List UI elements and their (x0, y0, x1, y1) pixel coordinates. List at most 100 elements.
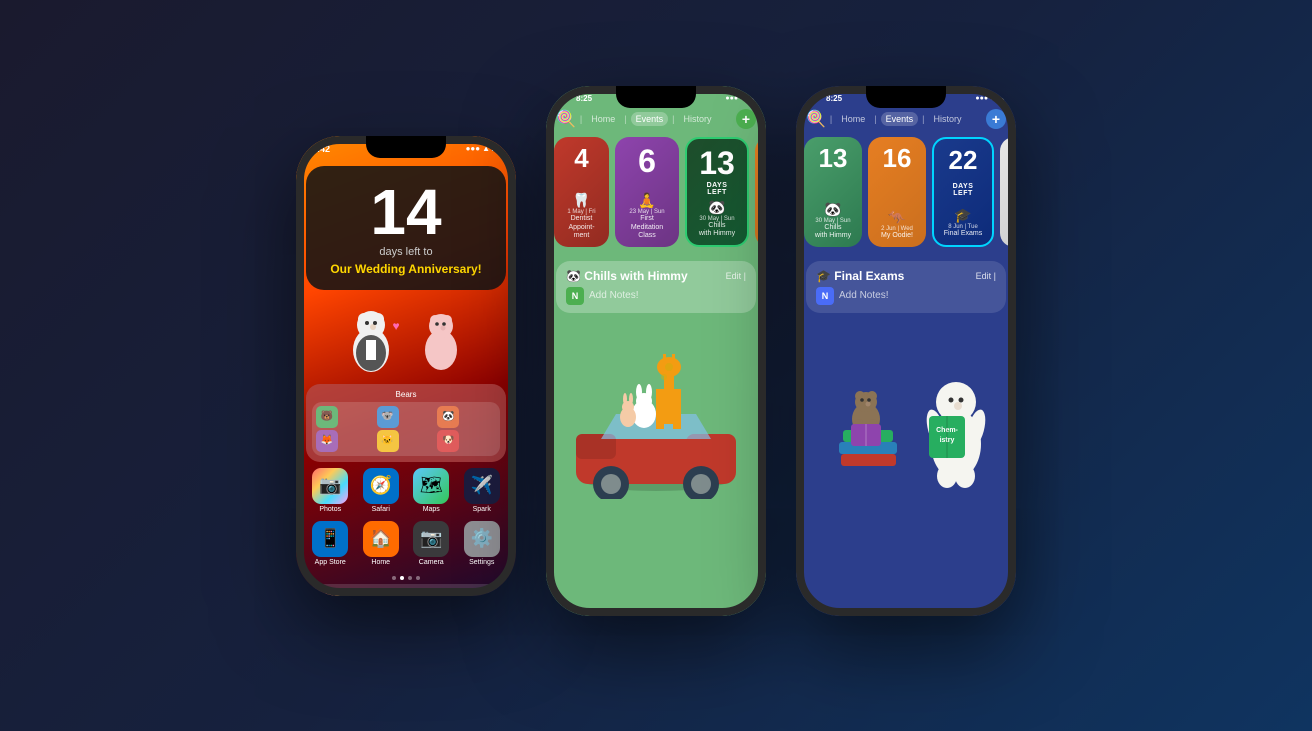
phone2-tab-events[interactable]: Events (631, 112, 669, 126)
phone3-tab-home[interactable]: Home (836, 112, 870, 126)
phone3-plus-button[interactable]: + (986, 109, 1006, 129)
phone1-battery-icon: ▬ (492, 144, 500, 153)
app-camera[interactable]: 📷 Camera (409, 521, 454, 566)
dock-maps-icon[interactable]: 🗺 (411, 590, 445, 596)
phone-2: 8:25 ●●● ▲ ▬ 🍭 | Home | Events | History (546, 86, 766, 616)
phone2-divider-1: | (580, 114, 582, 124)
phone1-page-dots (296, 572, 516, 584)
phone3-event-card-1[interactable]: 13 🐼 30 May | Sun Chillswith Himmy (804, 137, 862, 247)
spark-icon: ✈️ (464, 468, 500, 504)
p3-card2-info: 🦘 2 Jun | Wed My Oodie! (881, 209, 913, 240)
phone3-signal-icon: ●●● (975, 95, 988, 102)
p3-card2-number: 16 (883, 145, 912, 171)
phone1-bear-area: ♥ (296, 290, 516, 380)
phone2-signal-icon: ●●● (725, 95, 738, 102)
phone2-tab-history[interactable]: History (678, 112, 716, 126)
appstore-label: App Store (315, 559, 346, 566)
phone2-detail-card: 🐼 Chills with Himmy Edit | N Add Notes! (556, 261, 756, 313)
appstore-icon: 📱 (312, 521, 348, 557)
p3-card4-info: 💍 18 Jul | Sun WeddingAnniversary (1011, 201, 1016, 241)
p3-card1-number: 13 (819, 145, 848, 171)
folder-icon-4: 🦊 (316, 430, 338, 452)
phone1-countdown-number: 14 (318, 180, 494, 244)
spark-label: Spark (473, 506, 491, 513)
phone3-event-card-2[interactable]: 16 🦘 2 Jun | Wed My Oodie! (868, 137, 926, 247)
dot-2 (400, 576, 404, 580)
app-appstore[interactable]: 📱 App Store (308, 521, 353, 566)
phone3-detail-card: 🎓 Final Exams Edit | N Add Notes! (806, 261, 1006, 313)
card3-date: 30 May | Sun (699, 216, 735, 222)
phone2-status-icons: ●●● ▲ ▬ (725, 95, 756, 102)
app-safari[interactable]: 🧭 Safari (359, 468, 404, 513)
dock-photos-icon[interactable]: 📷 (323, 590, 357, 596)
svg-text:♥: ♥ (392, 319, 399, 333)
phone3-time: 8:25 (806, 94, 842, 103)
phone-2-screen: 8:25 ●●● ▲ ▬ 🍭 | Home | Events | History (546, 86, 766, 616)
home-icon: 🏠 (363, 521, 399, 557)
phone-3: 8:25 ●●● ▲ ▬ 🍭 | Home | Events | History (796, 86, 1016, 616)
p3-card2-emoji: 🦘 (881, 209, 913, 226)
p3-card1-date: 30 May | Sun (815, 218, 851, 224)
folder-icon-3: 🐼 (437, 406, 459, 428)
p3-card3-emoji: 🎓 (944, 207, 983, 224)
card3-number: 13 (699, 147, 735, 179)
phone3-tab-history[interactable]: History (928, 112, 966, 126)
card1-emoji: 🦷 (567, 192, 595, 209)
card2-number: 6 (638, 145, 656, 177)
phone2-plus-button[interactable]: + (736, 109, 756, 129)
dock-spark-icon[interactable]: ✈️ (455, 590, 489, 596)
phone-3-screen: 8:25 ●●● ▲ ▬ 🍭 | Home | Events | History (796, 86, 1016, 616)
phone3-divider-1: | (830, 114, 832, 124)
app-spark[interactable]: ✈️ Spark (460, 468, 505, 513)
app-settings[interactable]: ⚙️ Settings (460, 521, 505, 566)
phone3-add-notes[interactable]: Add Notes! (839, 290, 888, 301)
card1-name: DentistAppoint-ment (567, 215, 595, 240)
phone3-study-svg: Chem- istry (801, 324, 1011, 519)
phone2-add-notes[interactable]: Add Notes! (589, 290, 638, 301)
folder-icon-1: 🐻 (316, 406, 338, 428)
folder-icon-6: 🐶 (437, 430, 459, 452)
card2-emoji: 🧘 (629, 192, 664, 209)
phone2-car-illustration (546, 319, 766, 499)
phone2-event-card-4[interactable]: 16 🦘 2 Jun | Wed My Oodie! (755, 137, 766, 247)
phone3-edit-button[interactable]: Edit | (976, 271, 996, 281)
app-maps[interactable]: 🗺 Maps (409, 468, 454, 513)
phone3-tab-events[interactable]: Events (881, 112, 919, 126)
phone2-event-card-3[interactable]: 13 DAYSLEFT 🐼 30 May | Sun Chillswith Hi… (685, 137, 749, 247)
phone3-notes-row: N Add Notes! (816, 287, 996, 305)
app-home[interactable]: 🏠 Home (359, 521, 404, 566)
folder-icon-5: 🐱 (377, 430, 399, 452)
phone-3-notch (866, 86, 946, 108)
phone2-time: 8:25 (556, 94, 592, 103)
dock-safari-icon[interactable]: 🧭 (367, 590, 401, 596)
phone1-folder-title: Bears (312, 390, 500, 399)
card2-info: 🧘 23 May | Sun FirstMeditationClass (629, 192, 664, 240)
phone3-event-card-4[interactable]: 62 💍 18 Jul | Sun WeddingAnniversary (1000, 137, 1016, 247)
p3-card4-emoji: 💍 (1011, 201, 1016, 218)
phone1-status-icons: ●●● ▲ ▬ (466, 144, 500, 153)
phone2-edit-button[interactable]: Edit | (726, 271, 746, 281)
p3-card3-name: Final Exams (944, 230, 983, 238)
p3-card2-name: My Oodie! (881, 232, 913, 240)
phone2-nav: 🍭 | Home | Events | History + (556, 109, 756, 129)
phone3-logo: 🍭 (806, 109, 826, 129)
phone2-tab-home[interactable]: Home (586, 112, 620, 126)
phone1-bears-folder[interactable]: Bears 🐻 🐨 🐼 🦊 🐱 🐶 (306, 384, 506, 462)
phone3-event-card-3[interactable]: 22 DAYSLEFT 🎓 8 Jun | Tue Final Exams (932, 137, 994, 247)
dot-1 (392, 576, 396, 580)
phone2-event-card-2[interactable]: 6 🧘 23 May | Sun FirstMeditationClass (615, 137, 679, 247)
phone2-event-card-1[interactable]: 4 🦷 1 May | Fri DentistAppoint-ment (554, 137, 609, 247)
phone1-signal-icon: ●●● (466, 144, 481, 153)
maps-label: Maps (423, 506, 440, 513)
app-photos[interactable]: 📷 Photos (308, 468, 353, 513)
phone1-dock: 📷 🧭 🗺 ✈️ (306, 584, 506, 596)
phone-1: 8:42 ●●● ▲ ▬ 14 days left to Our Wedding… (296, 136, 516, 596)
phone3-wifi-icon: ▲ (990, 95, 997, 102)
phone3-detail-title: 🎓 Final Exams (816, 269, 904, 283)
phone1-wifi-icon: ▲ (482, 144, 490, 153)
phone1-bear-svg: ♥ (336, 295, 476, 375)
p3-card3-info: 🎓 8 Jun | Tue Final Exams (944, 207, 983, 238)
scene: 8:42 ●●● ▲ ▬ 14 days left to Our Wedding… (0, 0, 1312, 731)
card3-emoji: 🐼 (699, 199, 735, 216)
phone1-folder-icons: 🐻 🐨 🐼 🦊 🐱 🐶 (312, 402, 500, 456)
